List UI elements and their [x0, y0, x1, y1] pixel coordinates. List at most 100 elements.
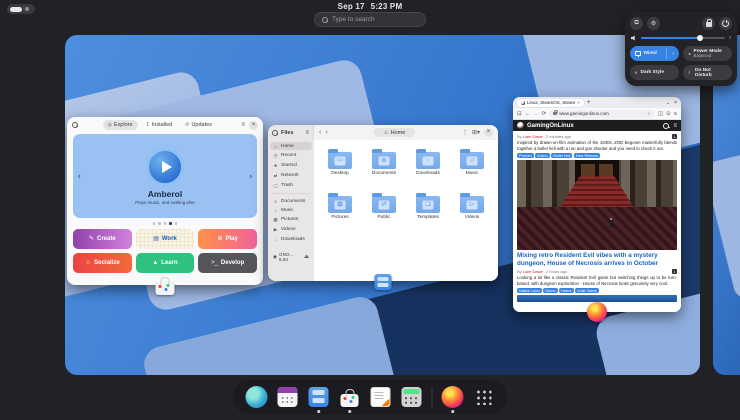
- tag[interactable]: Native Linux: [517, 288, 542, 293]
- settings-button[interactable]: ⚙: [647, 17, 660, 30]
- power-mode-toggle[interactable]: ◒ Power ModeBalanced: [683, 46, 732, 61]
- comment-count-badge[interactable]: 1: [672, 269, 677, 274]
- site-logo-icon[interactable]: [517, 122, 524, 129]
- window-close-button[interactable]: ×: [674, 100, 677, 106]
- category-create[interactable]: ✎Create: [73, 229, 132, 249]
- lock-button[interactable]: [702, 17, 715, 30]
- folder-downloads[interactable]: ↓Downloads: [406, 148, 450, 192]
- sidebar-icon[interactable]: ⊡: [517, 111, 522, 117]
- new-tab-button[interactable]: +: [587, 100, 591, 106]
- folder-public[interactable]: ⇄Public: [362, 192, 406, 236]
- account-icon[interactable]: ⊙: [666, 111, 671, 117]
- power-button[interactable]: [719, 17, 732, 30]
- dock-item-firefox[interactable]: [442, 386, 464, 408]
- article-title-link[interactable]: Mixing retro Resident Evil vibes with a …: [517, 252, 677, 268]
- tag[interactable]: Pixelart: [517, 153, 534, 158]
- path-bar[interactable]: ⌂Home: [374, 128, 415, 137]
- reload-button[interactable]: ⟳: [542, 111, 547, 117]
- back-button[interactable]: ←: [525, 111, 531, 117]
- site-search-icon[interactable]: [663, 123, 669, 129]
- site-menu-icon[interactable]: ≡: [673, 123, 677, 129]
- dock-item-calendar[interactable]: [277, 386, 299, 408]
- close-button[interactable]: ×: [484, 128, 493, 137]
- search-input[interactable]: Type to search: [314, 12, 426, 27]
- window-firefox[interactable]: Linux, SteamOS, Steam × + ⌄ × ⊡ ← → ⟳: [513, 97, 681, 312]
- folder-desktop[interactable]: ▭Desktop: [318, 148, 362, 192]
- site-name[interactable]: GamingOnLinux: [527, 123, 574, 129]
- folder-pictures[interactable]: ▦Pictures: [318, 192, 362, 236]
- article-screenshot[interactable]: [517, 295, 677, 302]
- sidebar-item-documents[interactable]: ≡Documents: [270, 197, 312, 205]
- volume-slider[interactable]: [641, 37, 725, 40]
- dock-item-calculator[interactable]: [401, 386, 423, 408]
- sidebar-item-starred[interactable]: ★Starred: [270, 161, 312, 170]
- chevron-right-icon[interactable]: ›: [672, 51, 674, 57]
- bookmark-star-icon[interactable]: ☆: [647, 111, 651, 117]
- forward-button[interactable]: →: [533, 111, 539, 117]
- dock-item-app-grid[interactable]: [473, 386, 495, 408]
- featured-app-banner[interactable]: ‹ › Amberol Plays music, and nothing els…: [73, 134, 257, 218]
- folder-videos[interactable]: ▷Videos: [450, 192, 494, 236]
- sidebar-item-trash[interactable]: ▢Trash: [270, 181, 312, 190]
- list-tabs-icon[interactable]: ⌄: [666, 100, 670, 106]
- workspace-next[interactable]: [713, 35, 740, 375]
- category-work[interactable]: ▤Work: [136, 229, 195, 249]
- clock[interactable]: Sep 175:23 PM: [0, 2, 740, 11]
- tab-close-icon[interactable]: ×: [577, 100, 580, 105]
- wired-toggle[interactable]: Wired ›: [630, 46, 679, 61]
- forward-button[interactable]: ›: [325, 129, 327, 136]
- menu-icon[interactable]: ≡: [674, 111, 677, 117]
- screenshot-button[interactable]: ⧉: [630, 17, 643, 30]
- category-play[interactable]: ⊕Play: [198, 229, 257, 249]
- extensions-icon[interactable]: ◫: [658, 111, 663, 117]
- comment-count-badge[interactable]: 1: [672, 134, 677, 139]
- search-icon[interactable]: [272, 130, 278, 136]
- category-learn[interactable]: ▲Learn: [136, 253, 195, 273]
- folder-documents[interactable]: ≣Documents: [362, 148, 406, 192]
- chevron-right-icon[interactable]: ›: [729, 35, 731, 41]
- tag[interactable]: Action: [535, 153, 550, 158]
- dock-item-files[interactable]: [308, 386, 330, 408]
- workspace-active[interactable]: ◎Explore ↧Installed ⟳Updates ≡ × ‹ › Amb…: [65, 35, 700, 375]
- category-socialize[interactable]: ☺Socialize: [73, 253, 132, 273]
- dock-item-web-browser[interactable]: [246, 386, 268, 408]
- author-link[interactable]: Liam Dawe: [523, 134, 543, 139]
- kebab-menu-icon[interactable]: ⋮: [462, 129, 468, 136]
- sidebar-item-pictures[interactable]: ▦Pictures: [270, 215, 312, 224]
- sidebar-item-recent[interactable]: ◷Recent: [270, 151, 312, 160]
- hamburger-icon[interactable]: ≡: [305, 130, 309, 136]
- dock-item-software[interactable]: [339, 386, 361, 408]
- dark-style-toggle[interactable]: ◐ Dark Style: [630, 65, 679, 80]
- menu-icon[interactable]: ≡: [241, 122, 245, 128]
- carousel-prev-button[interactable]: ‹: [78, 172, 81, 181]
- sidebar-item-drive[interactable]: ◉GNO… 6,64⏏: [270, 250, 312, 263]
- close-button[interactable]: ×: [249, 121, 258, 130]
- search-icon[interactable]: [72, 122, 78, 128]
- tab-installed[interactable]: ↧Installed: [141, 120, 178, 130]
- category-develop[interactable]: >_Develop: [198, 253, 257, 273]
- view-toggle-icon[interactable]: ⊞▾: [472, 129, 480, 136]
- tag[interactable]: Horror: [559, 288, 574, 293]
- folder-music[interactable]: ♫Music: [450, 148, 494, 192]
- article-screenshot[interactable]: [517, 160, 677, 250]
- carousel-next-button[interactable]: ›: [249, 172, 252, 181]
- eject-icon[interactable]: ⏏: [304, 254, 309, 260]
- tag[interactable]: Demo: [543, 288, 557, 293]
- volume-slider-knob[interactable]: [697, 35, 703, 41]
- sidebar-item-home[interactable]: ⌂Home: [270, 142, 312, 150]
- url-bar[interactable]: www.gamingonlinux.com ☆: [549, 110, 655, 118]
- sidebar-item-videos[interactable]: ▶Videos: [270, 225, 312, 234]
- back-button[interactable]: ‹: [319, 129, 321, 136]
- tab-explore[interactable]: ◎Explore: [103, 120, 138, 130]
- author-link[interactable]: Liam Dawe: [523, 269, 543, 274]
- folder-templates[interactable]: ❏Templates: [406, 192, 450, 236]
- carousel-dots[interactable]: [67, 222, 263, 225]
- sidebar-item-downloads[interactable]: ↓Downloads: [270, 235, 312, 243]
- tab-updates[interactable]: ⟳Updates: [180, 120, 217, 130]
- sidebar-item-network[interactable]: ⇄Network: [270, 171, 312, 180]
- window-software[interactable]: ◎Explore ↧Installed ⟳Updates ≡ × ‹ › Amb…: [67, 117, 263, 285]
- tag[interactable]: Bullet Hell: [551, 153, 572, 158]
- dock-item-text-editor[interactable]: [370, 386, 392, 408]
- window-files[interactable]: Files ≡ ‹ › ⌂Home ⋮ ⊞▾ × ⌂Home: [268, 125, 498, 281]
- do-not-disturb-toggle[interactable]: ☾ Do Not Disturb: [683, 65, 732, 80]
